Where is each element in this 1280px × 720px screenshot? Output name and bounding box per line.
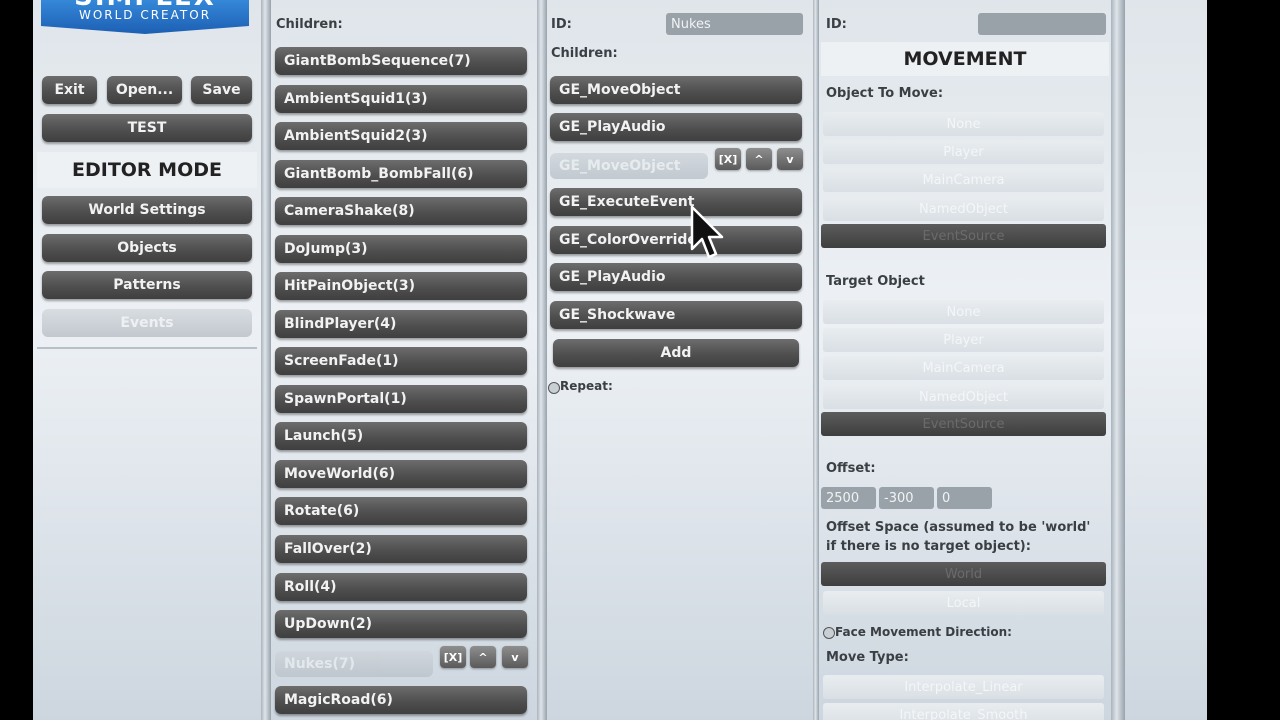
offset-space-label: Offset Space (assumed to be 'world' if t… xyxy=(826,520,1091,554)
sequence-child-item[interactable]: GE_Shockwave xyxy=(550,301,802,329)
offset-x-input[interactable]: 2500 xyxy=(821,487,876,509)
event-item[interactable]: Roll(4) xyxy=(275,573,527,601)
world-creator-app: SIMPLEX WORLD CREATOR Exit Open... Save … xyxy=(33,0,1207,720)
sequence-child-item[interactable]: GE_PlayAudio xyxy=(550,263,802,291)
remove-child-button[interactable]: [X] xyxy=(715,148,741,170)
add-child-button[interactable]: Add xyxy=(553,339,799,367)
event-item[interactable]: Rotate(6) xyxy=(275,497,527,525)
target-object-label: Target Object xyxy=(826,274,925,289)
object-to-move-label: Object To Move: xyxy=(826,86,944,101)
simplex-logo: SIMPLEX WORLD CREATOR xyxy=(41,0,249,56)
event-item[interactable]: UpDown(2) xyxy=(275,610,527,638)
target-option-maincamera[interactable]: MainCamera xyxy=(823,356,1104,380)
event-item[interactable]: FallOver(2) xyxy=(275,535,527,563)
objects-button[interactable]: Objects xyxy=(42,234,252,262)
offset-z-input[interactable]: 0 xyxy=(937,487,992,509)
move-child-down-button[interactable]: v xyxy=(777,148,803,170)
mouse-cursor-icon xyxy=(690,205,724,259)
column-divider xyxy=(261,0,271,720)
event-item[interactable]: CameraShake(8) xyxy=(275,197,527,225)
event-item[interactable]: ScreenFade(1) xyxy=(275,347,527,375)
event-item[interactable]: AmbientSquid2(3) xyxy=(275,122,527,150)
selected-event-item[interactable]: Nukes(7) xyxy=(275,651,433,677)
editor-mode-title: EDITOR MODE xyxy=(37,152,257,188)
remove-event-button[interactable]: [X] xyxy=(440,646,466,668)
target-option-eventsource[interactable]: EventSource xyxy=(821,412,1106,436)
event-item[interactable]: BlindPlayer(4) xyxy=(275,310,527,338)
event-item[interactable]: GiantBombSequence(7) xyxy=(275,47,527,75)
children-label: Children: xyxy=(276,17,343,32)
open-button[interactable]: Open... xyxy=(107,76,182,104)
space-option-world[interactable]: World xyxy=(821,562,1106,586)
target-option-player[interactable]: Player xyxy=(823,328,1104,352)
event-item[interactable]: DoJump(3) xyxy=(275,235,527,263)
face-direction-label: Face Movement Direction: xyxy=(835,625,1012,639)
patterns-button[interactable]: Patterns xyxy=(42,271,252,299)
event-item[interactable]: MagicRoad(6) xyxy=(275,686,527,714)
dragging-child-item[interactable]: GE_MoveObject xyxy=(550,153,708,179)
menu-divider xyxy=(37,347,257,349)
offset-label: Offset: xyxy=(826,461,876,476)
object-option-player[interactable]: Player xyxy=(823,140,1104,164)
object-option-eventsource[interactable]: EventSource xyxy=(821,224,1106,248)
object-option-none[interactable]: None xyxy=(823,112,1104,136)
space-option-local[interactable]: Local xyxy=(823,591,1104,615)
repeat-label: Repeat: xyxy=(560,379,613,393)
column-divider xyxy=(1111,0,1125,720)
children-label: Children: xyxy=(551,46,618,61)
sequence-child-item[interactable]: GE_MoveObject xyxy=(550,76,802,104)
face-direction-radio[interactable] xyxy=(823,627,835,639)
target-option-none[interactable]: None xyxy=(823,300,1104,324)
sequence-child-item[interactable]: GE_ColorOverride xyxy=(550,226,802,254)
event-item[interactable]: HitPainObject(3) xyxy=(275,272,527,300)
event-item[interactable]: GiantBomb_BombFall(6) xyxy=(275,160,527,188)
id-input[interactable]: Nukes xyxy=(666,13,803,35)
event-item[interactable]: SpawnPortal(1) xyxy=(275,385,527,413)
move-type-label: Move Type: xyxy=(826,650,909,665)
move-event-up-button[interactable]: ^ xyxy=(470,646,496,668)
movement-id-input[interactable] xyxy=(978,13,1106,35)
left-menu-column xyxy=(33,0,261,720)
event-item[interactable]: MoveWorld(6) xyxy=(275,460,527,488)
move-type-option-linear[interactable]: Interpolate_Linear xyxy=(823,675,1104,699)
right-column xyxy=(1125,0,1207,720)
column-divider xyxy=(537,0,547,720)
repeat-radio[interactable] xyxy=(548,382,560,394)
event-item[interactable]: AmbientSquid1(3) xyxy=(275,85,527,113)
event-item[interactable]: Launch(5) xyxy=(275,422,527,450)
letterbox-left xyxy=(0,0,33,720)
target-option-namedobject[interactable]: NamedObject xyxy=(823,385,1104,409)
id-label: ID: xyxy=(826,17,847,32)
logo-subtitle: WORLD CREATOR xyxy=(78,8,212,22)
world-settings-button[interactable]: World Settings xyxy=(42,196,252,224)
save-button[interactable]: Save xyxy=(191,76,252,104)
move-event-down-button[interactable]: v xyxy=(502,646,528,668)
exit-button[interactable]: Exit xyxy=(42,76,97,104)
test-button[interactable]: TEST xyxy=(42,114,252,142)
object-option-namedobject[interactable]: NamedObject xyxy=(823,197,1104,221)
move-type-option-smooth[interactable]: Interpolate_Smooth xyxy=(823,703,1104,720)
movement-title: MOVEMENT xyxy=(821,42,1109,76)
offset-y-input[interactable]: -300 xyxy=(879,487,934,509)
id-label: ID: xyxy=(551,17,572,32)
sequence-child-item[interactable]: GE_ExecuteEvent xyxy=(550,188,802,216)
events-button[interactable]: Events xyxy=(42,309,252,337)
move-child-up-button[interactable]: ^ xyxy=(746,148,772,170)
object-option-maincamera[interactable]: MainCamera xyxy=(823,168,1104,192)
sequence-child-item[interactable]: GE_PlayAudio xyxy=(550,113,802,141)
letterbox-right xyxy=(1207,0,1280,720)
